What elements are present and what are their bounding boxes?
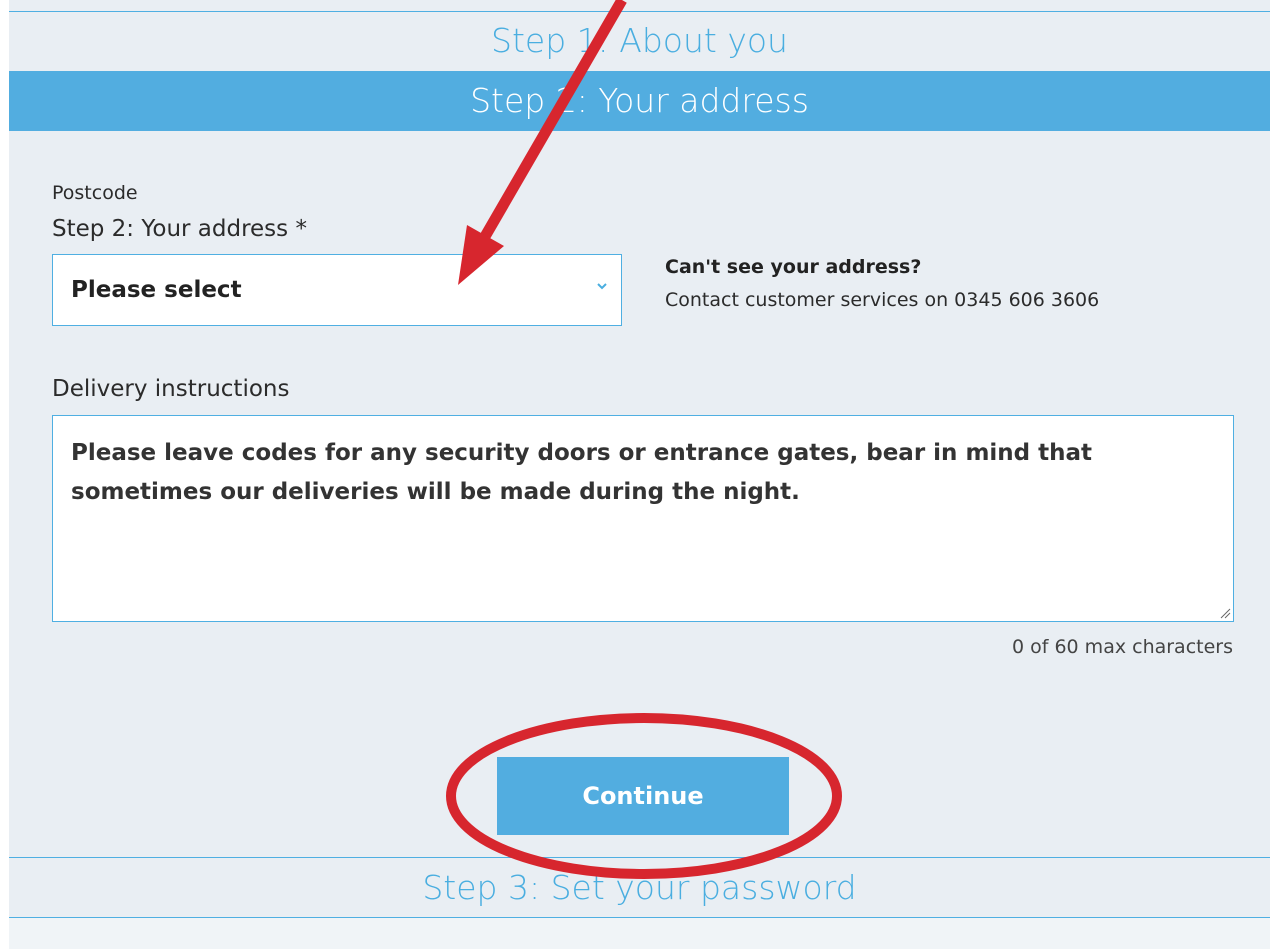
step-2-header: Step 2: Your address: [9, 71, 1270, 131]
chevron-down-icon: [597, 283, 607, 290]
postcode-label: Postcode: [52, 182, 138, 204]
address-select[interactable]: Please select: [52, 254, 622, 326]
step-1-header[interactable]: Step 1: About you: [9, 11, 1270, 70]
address-select-value: Please select: [71, 277, 242, 303]
delivery-instructions-label: Delivery instructions: [52, 376, 290, 402]
address-label: Step 2: Your address *: [52, 216, 307, 242]
continue-button[interactable]: Continue: [497, 757, 789, 835]
character-count: 0 of 60 max characters: [1011, 636, 1233, 658]
delivery-instructions-placeholder: Please leave codes for any security door…: [71, 440, 1093, 505]
delivery-instructions-textarea[interactable]: Please leave codes for any security door…: [52, 415, 1234, 622]
bottom-strip: [9, 918, 1270, 949]
resize-handle-icon[interactable]: [1219, 607, 1231, 619]
help-text: Contact customer services on 0345 606 36…: [665, 289, 1100, 311]
step-3-header[interactable]: Step 3: Set your password: [9, 857, 1270, 918]
help-title: Can't see your address?: [665, 256, 922, 278]
